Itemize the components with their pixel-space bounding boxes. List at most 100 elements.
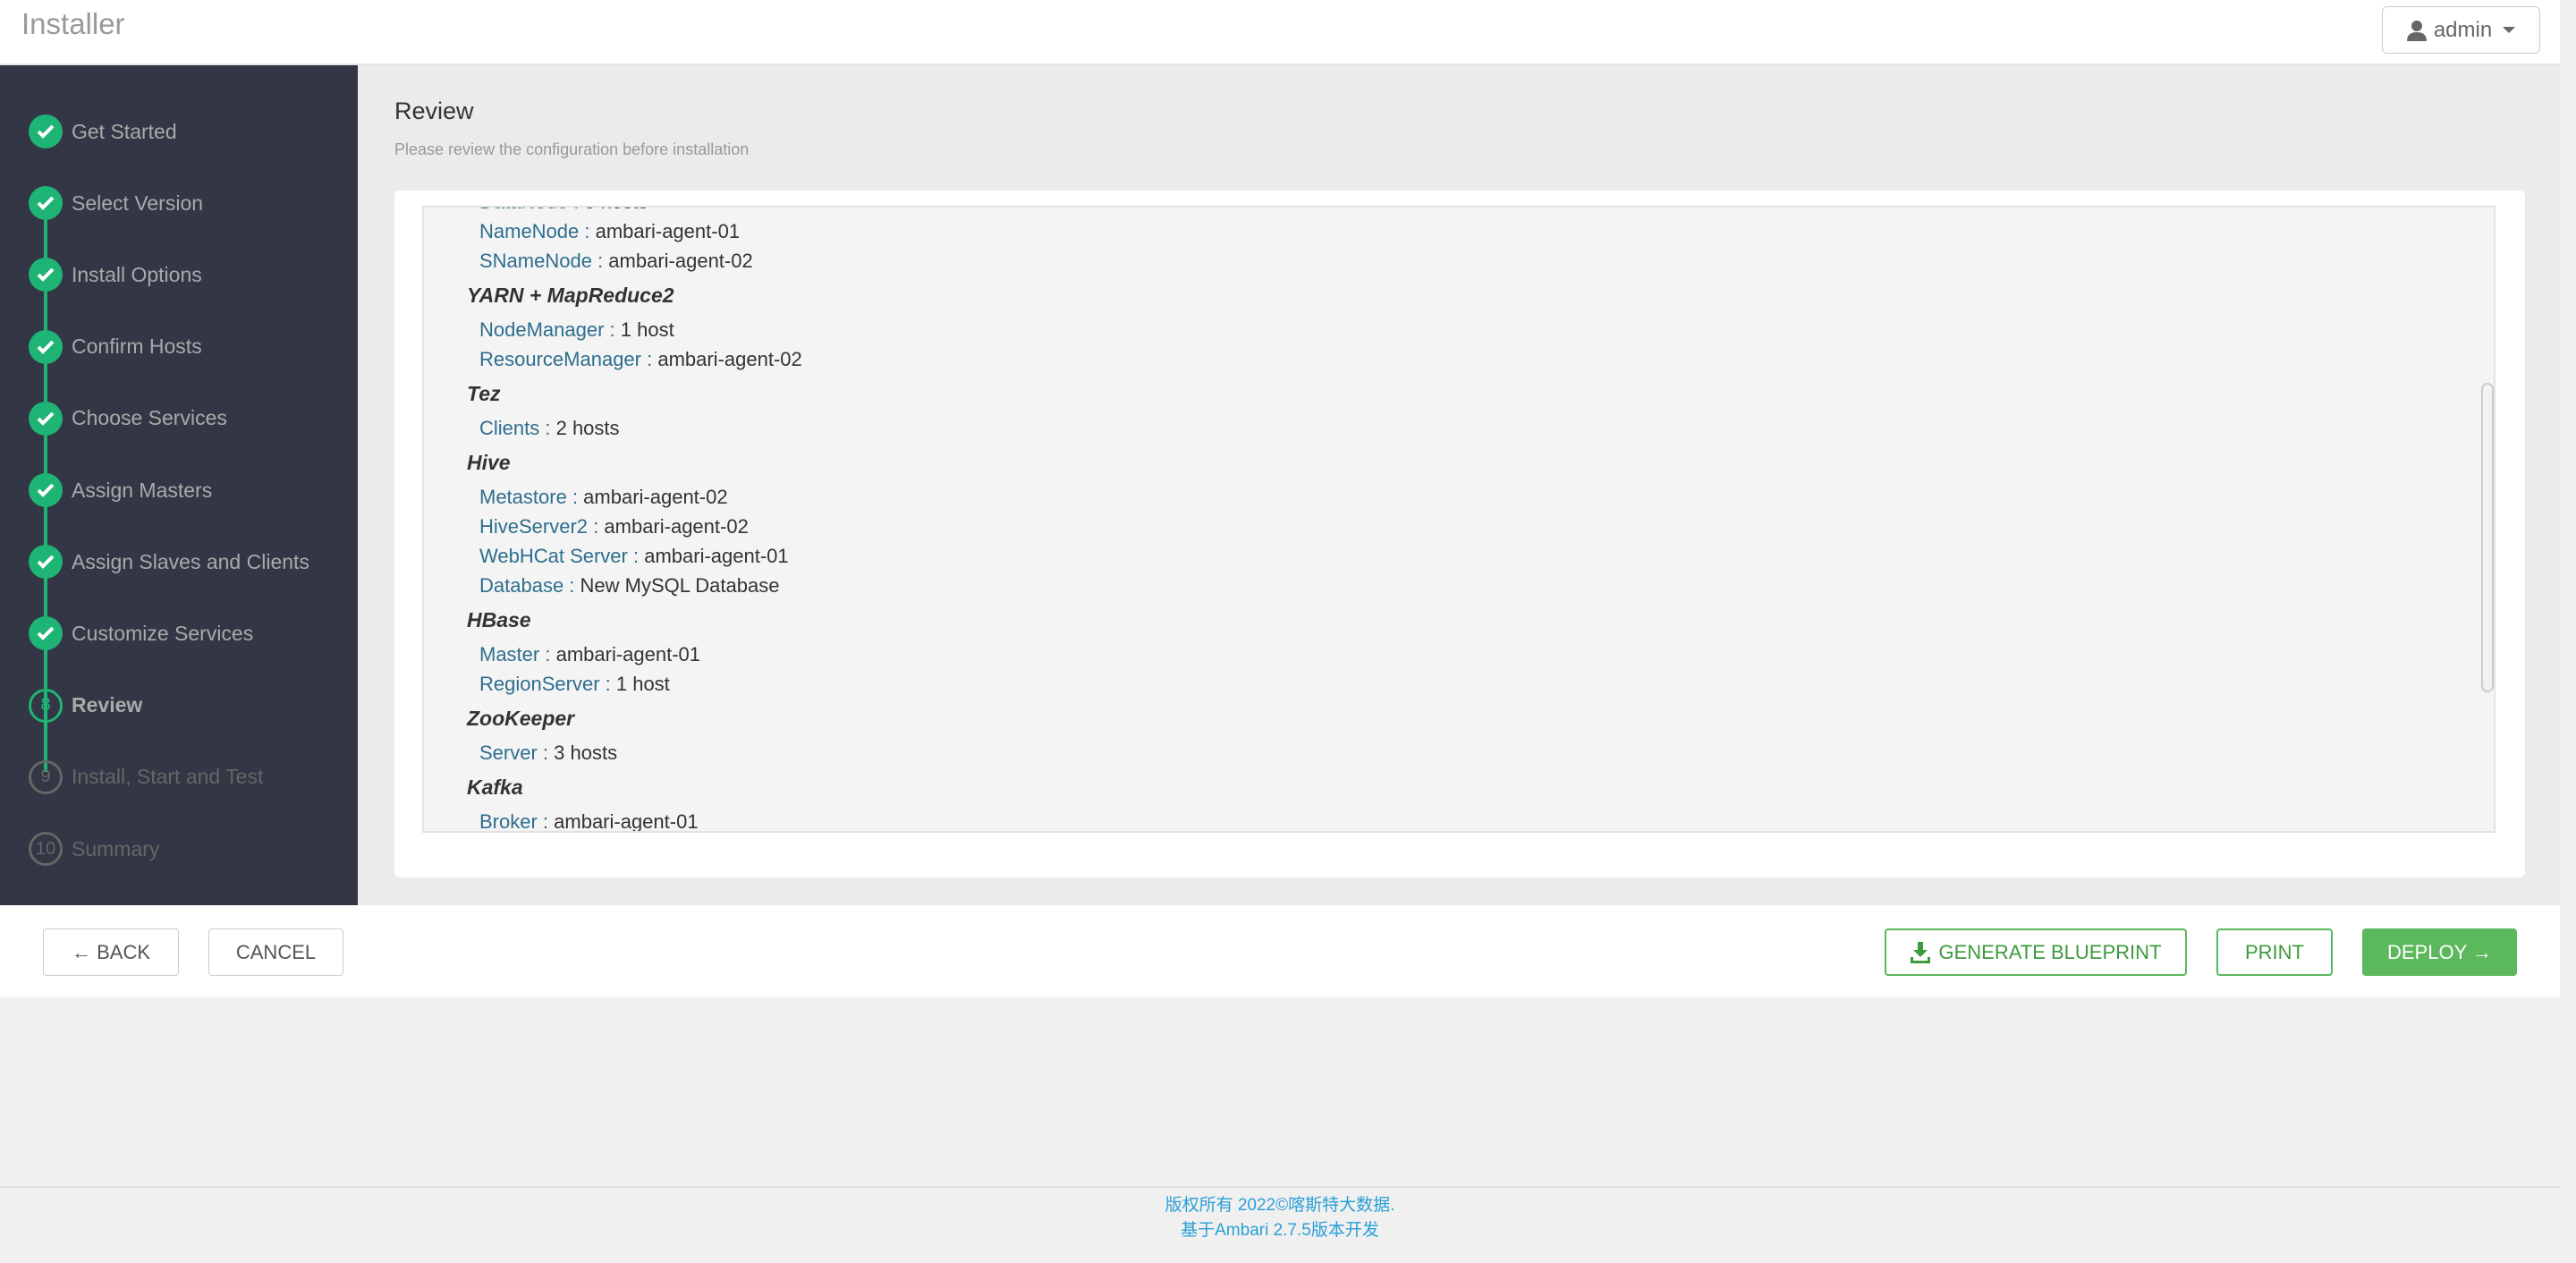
component-value: 3 hosts	[584, 208, 648, 213]
step-number: 10	[29, 832, 63, 866]
step-5[interactable]: Choose Services	[29, 401, 227, 437]
separator: :	[640, 348, 658, 370]
component-name: WebHCat Server	[479, 545, 628, 567]
component-name: RegionServer	[479, 673, 600, 695]
step-8[interactable]: Customize Services	[29, 615, 253, 651]
check-icon	[29, 114, 63, 148]
step-label: Install Options	[72, 262, 202, 286]
step-number: 8	[29, 688, 63, 723]
service-heading: Kafka	[467, 776, 523, 799]
component-entry: Clients : 2 hosts	[424, 413, 2494, 443]
component-value: ambari-agent-02	[583, 486, 728, 508]
component-value: ambari-agent-02	[657, 348, 802, 370]
step-label: Summary	[72, 836, 160, 860]
step-11[interactable]: 10 Summary	[29, 831, 159, 867]
main-content: Review Please review the configuration b…	[358, 65, 2560, 905]
separator: :	[564, 574, 580, 597]
component-name: Database	[479, 574, 564, 597]
page-scroll-gutter	[2560, 0, 2576, 997]
service-heading: YARN + MapReduce2	[467, 284, 674, 307]
component-name: Server	[479, 742, 538, 764]
step-label: Review	[72, 693, 143, 717]
component-name: Master	[479, 643, 540, 665]
footer-divider	[0, 1186, 2560, 1188]
component-value: 3 hosts	[554, 742, 618, 764]
page-title: Review	[394, 97, 474, 124]
step-number: 9	[29, 759, 63, 794]
component-entry: Database : New MySQL Database	[424, 571, 2494, 600]
step-7[interactable]: Assign Slaves and Clients	[29, 544, 309, 580]
footer-version: 基于Ambari 2.7.5版本开发	[1181, 1221, 1379, 1240]
component-value: ambari-agent-02	[608, 250, 753, 272]
separator: :	[579, 220, 596, 242]
component-entry: RegionServer : 1 host	[424, 669, 2494, 699]
generate-blueprint-button[interactable]: GENERATE BLUEPRINT	[1885, 928, 2187, 976]
cancel-button[interactable]: CANCEL	[208, 928, 343, 976]
component-name: ResourceManager	[479, 348, 641, 370]
download-icon	[1910, 941, 1930, 963]
step-2[interactable]: Select Version	[29, 185, 203, 221]
component-name: HiveServer2	[479, 515, 589, 538]
back-button[interactable]: ← BACK	[43, 928, 179, 976]
step-label: Install, Start and Test	[72, 765, 264, 789]
check-icon	[29, 258, 63, 292]
step-label: Choose Services	[72, 406, 227, 430]
step-9[interactable]: 8 Review	[29, 688, 142, 724]
separator: :	[599, 673, 616, 695]
step-label: Select Version	[72, 191, 204, 215]
component-name: SNameNode	[479, 250, 592, 272]
separator: :	[539, 643, 556, 665]
component-value: ambari-agent-01	[595, 220, 741, 242]
separator: :	[627, 545, 645, 567]
separator: :	[568, 208, 584, 213]
component-value: ambari-agent-01	[555, 643, 701, 665]
step-4[interactable]: Confirm Hosts	[29, 329, 202, 365]
user-icon	[2406, 20, 2427, 41]
separator: :	[539, 417, 556, 439]
step-6[interactable]: Assign Masters	[29, 472, 212, 508]
wizard-steps: Get Started Select Version Install Options…	[0, 65, 358, 905]
step-3[interactable]: Install Options	[29, 257, 202, 292]
component-entry: SNameNode : ambari-agent-02	[424, 246, 2494, 275]
step-label: Get Started	[72, 119, 177, 143]
caret-down-icon	[2503, 27, 2516, 33]
separator: :	[537, 810, 555, 833]
component-entry: Server : 3 hosts	[424, 738, 2494, 767]
step-label: Assign Masters	[72, 478, 213, 502]
step-10[interactable]: 9 Install, Start and Test	[29, 759, 263, 795]
component-name: Clients	[479, 417, 540, 439]
component-entry: ResourceManager : ambari-agent-02	[424, 344, 2494, 374]
deploy-button[interactable]: DEPLOY →	[2362, 928, 2517, 976]
check-icon	[29, 616, 63, 651]
component-entry: DataNode : 3 hosts	[424, 208, 2494, 216]
component-value: 1 host	[615, 673, 670, 695]
scrollbar[interactable]	[2481, 383, 2494, 692]
page-subtitle: Please review the configuration before i…	[394, 140, 750, 158]
service-heading: ZooKeeper	[467, 707, 575, 730]
check-icon	[29, 545, 63, 580]
separator: :	[591, 250, 609, 272]
component-value: ambari-agent-01	[644, 545, 789, 567]
step-1[interactable]: Get Started	[29, 114, 177, 149]
component-name: NameNode	[479, 220, 580, 242]
separator: :	[604, 318, 621, 341]
check-icon	[29, 329, 63, 364]
separator: :	[566, 486, 584, 508]
user-name: admin	[2433, 17, 2493, 42]
component-value: ambari-agent-01	[554, 810, 699, 833]
separator: :	[537, 742, 555, 764]
generate-blueprint-label: GENERATE BLUEPRINT	[1938, 940, 2162, 963]
print-button[interactable]: PRINT	[2216, 928, 2333, 976]
component-value: 2 hosts	[555, 417, 620, 439]
step-label: Customize Services	[72, 621, 254, 645]
component-entry: NameNode : ambari-agent-01	[424, 216, 2494, 246]
top-bar: Installer admin	[0, 0, 2560, 65]
service-heading: Hive	[467, 451, 511, 474]
component-entry: WebHCat Server : ambari-agent-01	[424, 541, 2494, 571]
component-name: DataNode	[479, 208, 568, 213]
component-name: Metastore	[479, 486, 567, 508]
check-icon	[29, 186, 63, 221]
review-list-box[interactable]: DataNode : 3 hostsNameNode : ambari-agen…	[422, 206, 2496, 833]
user-menu-button[interactable]: admin	[2382, 6, 2540, 54]
step-label: Assign Slaves and Clients	[72, 549, 309, 573]
